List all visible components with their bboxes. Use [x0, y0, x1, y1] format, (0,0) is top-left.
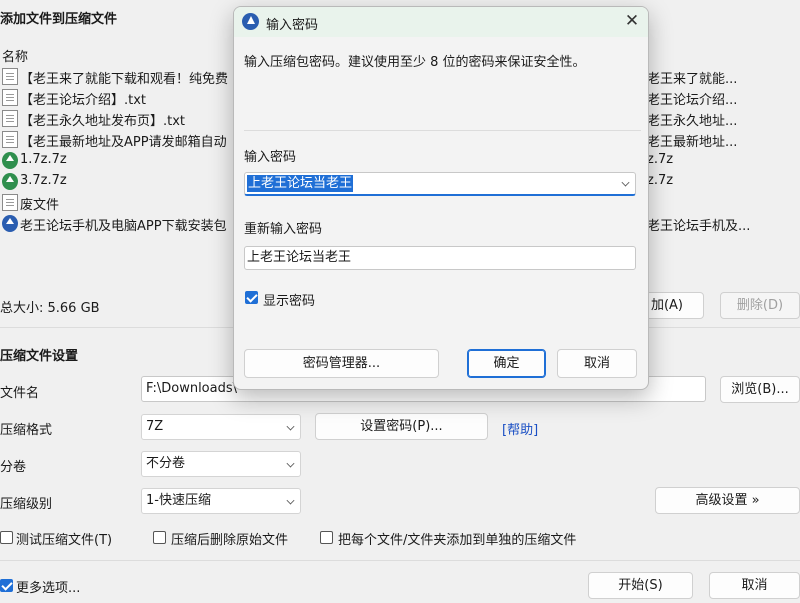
reenter-password-value: 上老王论坛当老王: [247, 250, 352, 265]
divider: [244, 130, 641, 131]
more-options-label[interactable]: 更多选项...: [16, 577, 80, 596]
level-value: 1-快速压缩: [146, 493, 211, 508]
archive-icon: [2, 173, 18, 190]
start-button[interactable]: 开始(S): [588, 572, 693, 599]
password-value: 上老王论坛当老王: [247, 175, 354, 192]
file-name: 废文件: [20, 198, 60, 213]
set-password-button[interactable]: 设置密码(P)...: [315, 413, 488, 440]
dialog-titlebar[interactable]: 输入密码 ✕: [234, 7, 648, 37]
document-icon: [2, 68, 18, 85]
chevron-down-icon: [286, 496, 295, 505]
reenter-password-label: 重新输入密码: [244, 222, 323, 237]
dialog-description: 输入压缩包密码。建议使用至少 8 位的密码来保证安全性。: [244, 55, 586, 70]
chevron-down-icon: [286, 459, 295, 468]
separate-archives-checkbox[interactable]: [320, 531, 333, 544]
document-icon: [2, 89, 18, 106]
file-name: 【老王来了就能下载和观看！纯免费: [20, 72, 229, 87]
level-label: 压缩级别: [0, 497, 53, 512]
file-name-column: z.7z: [647, 152, 674, 167]
file-name-column: 老王论坛手机及...: [647, 219, 751, 234]
dialog-cancel-button[interactable]: 取消: [557, 349, 637, 378]
split-label: 分卷: [0, 460, 27, 475]
document-icon: [2, 131, 18, 148]
document-icon: [2, 110, 18, 127]
delete-after-label[interactable]: 压缩后删除原始文件: [171, 529, 288, 548]
level-select[interactable]: 1-快速压缩: [141, 488, 301, 514]
show-password-label[interactable]: 显示密码: [263, 290, 315, 309]
document-icon: [2, 194, 18, 211]
format-value: 7Z: [146, 419, 164, 434]
file-name-column: z.7z: [647, 173, 674, 188]
password-input[interactable]: 上老王论坛当老王: [244, 172, 636, 196]
split-value: 不分卷: [146, 456, 186, 471]
chevron-down-icon: [286, 422, 295, 431]
test-archive-label[interactable]: 测试压缩文件(T): [16, 529, 112, 548]
app-icon: [242, 13, 259, 30]
format-select[interactable]: 7Z: [141, 414, 301, 440]
show-password-checkbox[interactable]: [245, 291, 258, 304]
settings-section-title: 压缩文件设置: [0, 349, 79, 364]
installer-icon: [2, 215, 18, 232]
column-header-name[interactable]: 名称: [2, 46, 28, 65]
close-icon[interactable]: ✕: [624, 13, 640, 30]
chevron-down-icon[interactable]: [621, 178, 630, 187]
split-select[interactable]: 不分卷: [141, 451, 301, 477]
delete-after-checkbox[interactable]: [153, 531, 166, 544]
total-size: 总大小: 5.66 GB: [0, 301, 100, 316]
test-archive-checkbox[interactable]: [0, 531, 13, 544]
file-name: 【老王永久地址发布页】.txt: [20, 114, 186, 129]
delete-button[interactable]: 删除(D): [720, 292, 800, 319]
file-name: 【老王最新地址及APP请发邮箱自动: [20, 135, 227, 150]
password-label: 输入密码: [244, 150, 297, 165]
file-name-column: 老王最新地址...: [647, 135, 738, 150]
file-name-column: 老王来了就能...: [647, 72, 738, 87]
separate-archives-label[interactable]: 把每个文件/文件夹添加到单独的压缩文件: [338, 529, 576, 548]
file-name-column: 老王论坛介绍...: [647, 93, 738, 108]
filename-label: 文件名: [0, 386, 40, 401]
password-dialog: 输入密码 ✕ 输入压缩包密码。建议使用至少 8 位的密码来保证安全性。 输入密码…: [233, 6, 649, 390]
format-label: 压缩格式: [0, 423, 53, 438]
help-link[interactable]: [帮助]: [502, 419, 538, 438]
file-name: 老王论坛手机及电脑APP下载安装包: [20, 219, 227, 234]
dialog-title: 输入密码: [266, 18, 319, 33]
advanced-settings-button[interactable]: 高级设置 »: [655, 487, 800, 514]
archive-icon: [2, 152, 18, 169]
file-name: 1.7z.7z: [20, 152, 67, 167]
ok-button[interactable]: 确定: [467, 349, 546, 378]
more-options-checkbox[interactable]: [0, 579, 13, 592]
reenter-password-input[interactable]: 上老王论坛当老王: [244, 246, 636, 270]
file-name: 3.7z.7z: [20, 173, 67, 188]
cancel-button[interactable]: 取消: [709, 572, 800, 599]
file-name-column: 老王永久地址...: [647, 114, 738, 129]
password-manager-button[interactable]: 密码管理器...: [244, 349, 439, 378]
page-header: 添加文件到压缩文件: [0, 12, 118, 27]
browse-button[interactable]: 浏览(B)...: [720, 376, 800, 403]
divider: [0, 560, 800, 561]
file-name: 【老王论坛介绍】.txt: [20, 93, 147, 108]
